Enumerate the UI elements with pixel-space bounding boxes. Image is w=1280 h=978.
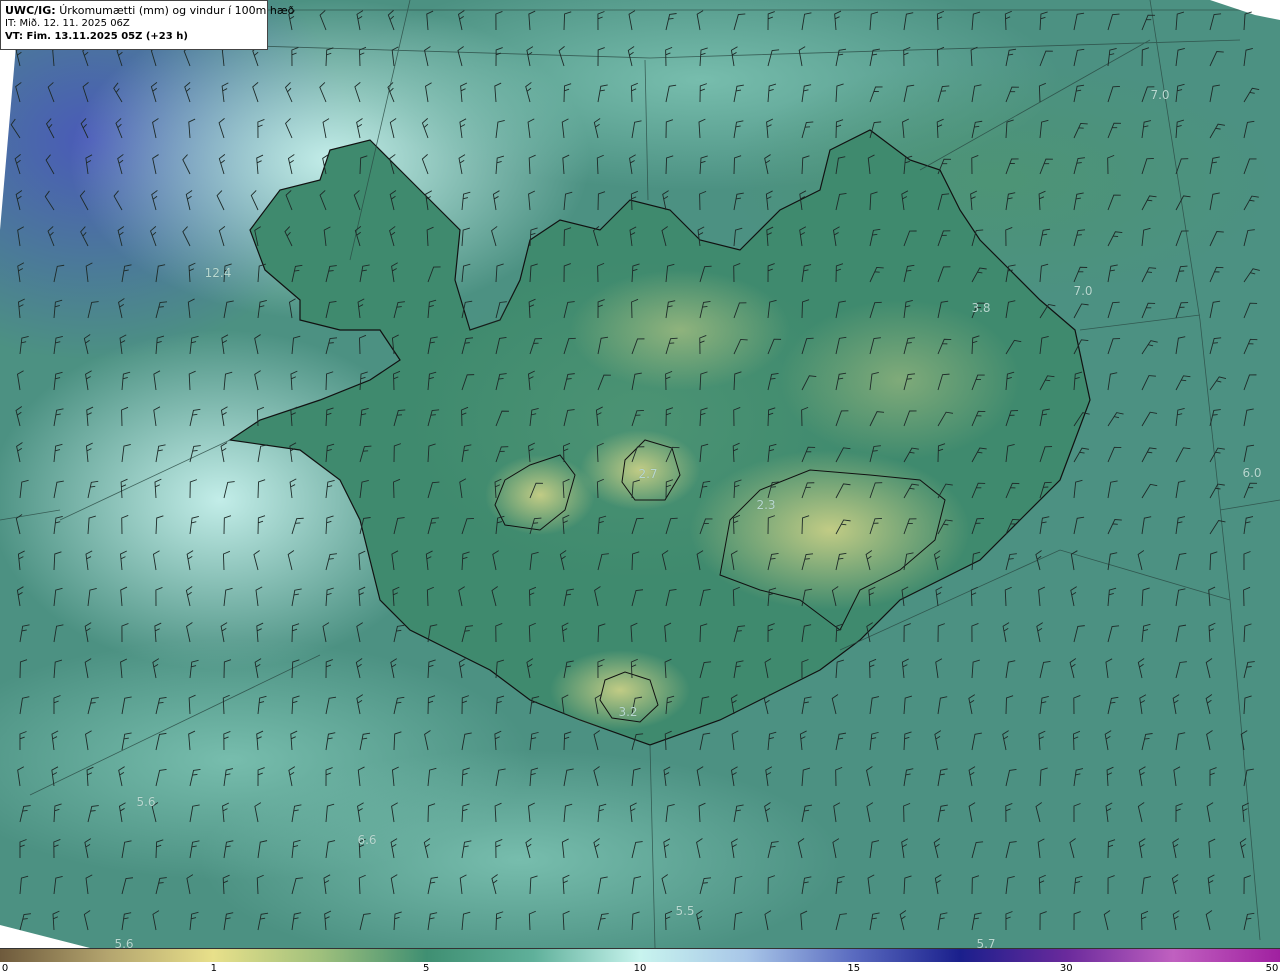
value-label-label-south: 3.2 — [618, 705, 638, 719]
it-label: IT: — [5, 18, 17, 29]
land-yellow-north — [570, 270, 790, 390]
colorbar-ticks: 0 1 5 10 15 30 50 — [0, 962, 1280, 978]
value-label-label-northwest: 12.4 — [204, 266, 232, 280]
colorbar — [0, 948, 1280, 962]
value-label-label-east: 6.0 — [1242, 466, 1262, 480]
value-label-label-southwest-2: 6.6 — [357, 833, 377, 847]
value-label-label-southwest-1: 5.6 — [136, 795, 156, 809]
colorbar-tick: 5 — [423, 963, 430, 974]
it-value: Mið. 12. 11. 2025 06Z — [19, 18, 130, 29]
colorbar-tick: 50 — [1265, 963, 1279, 974]
land-yellow-langjokull — [485, 455, 595, 535]
info-box: UWC/IG: Úrkomumætti (mm) og vindur í 100… — [0, 0, 294, 50]
colorbar-tick: 30 — [1059, 963, 1073, 974]
value-label-label-northeast-1: 7.0 — [1150, 88, 1170, 102]
weather-map: UWC/IG: Úrkomumætti (mm) og vindur í 100… — [0, 0, 1280, 951]
product-code: UWC/IG: — [5, 4, 56, 17]
colorbar-tick: 15 — [847, 963, 861, 974]
colorbar-tick: 1 — [210, 963, 217, 974]
land-yellow-northeast — [780, 300, 1020, 460]
vt-value: Fim. 13.11.2025 05Z (+23 h) — [26, 31, 188, 42]
product-title: Úrkomumætti (mm) og vindur í 100m hæð — [59, 4, 295, 17]
vt-label: VT: — [5, 31, 24, 42]
land-yellow-vatnajokull — [690, 450, 970, 610]
value-label-label-east-coast: 3.8 — [971, 301, 991, 315]
colorbar-tick: 10 — [633, 963, 647, 974]
value-label-label-vatnajokull: 2.3 — [756, 498, 776, 512]
value-label-label-south-sea: 5.5 — [675, 904, 695, 918]
colorbar-tick: 0 — [1, 963, 9, 974]
value-label-label-hofsjokull: 2.7 — [638, 467, 658, 481]
value-label-label-northeast-2: 7.0 — [1073, 284, 1093, 298]
